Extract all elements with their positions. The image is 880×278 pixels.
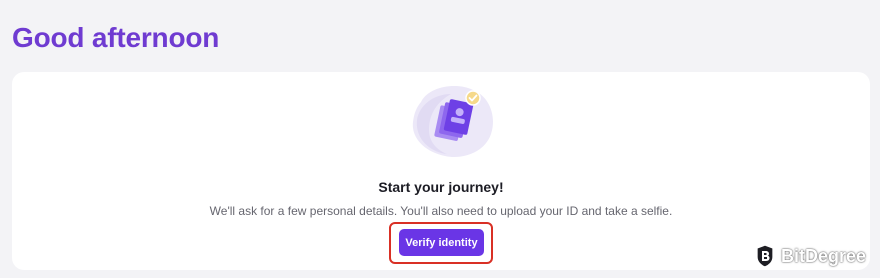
onboarding-card: Start your journey! We'll ask for a few …: [12, 72, 870, 270]
page-greeting: Good afternoon: [12, 22, 220, 53]
card-title: Start your journey!: [378, 179, 504, 195]
verify-identity-button[interactable]: Verify identity: [399, 229, 484, 256]
brand-watermark: BitDegree: [755, 244, 866, 268]
brand-name: BitDegree: [780, 245, 866, 266]
bitdegree-logo-icon: [756, 244, 774, 268]
card-description: We'll ask for a few personal details. Yo…: [209, 204, 673, 218]
id-documents-illustration-icon: [412, 86, 493, 158]
